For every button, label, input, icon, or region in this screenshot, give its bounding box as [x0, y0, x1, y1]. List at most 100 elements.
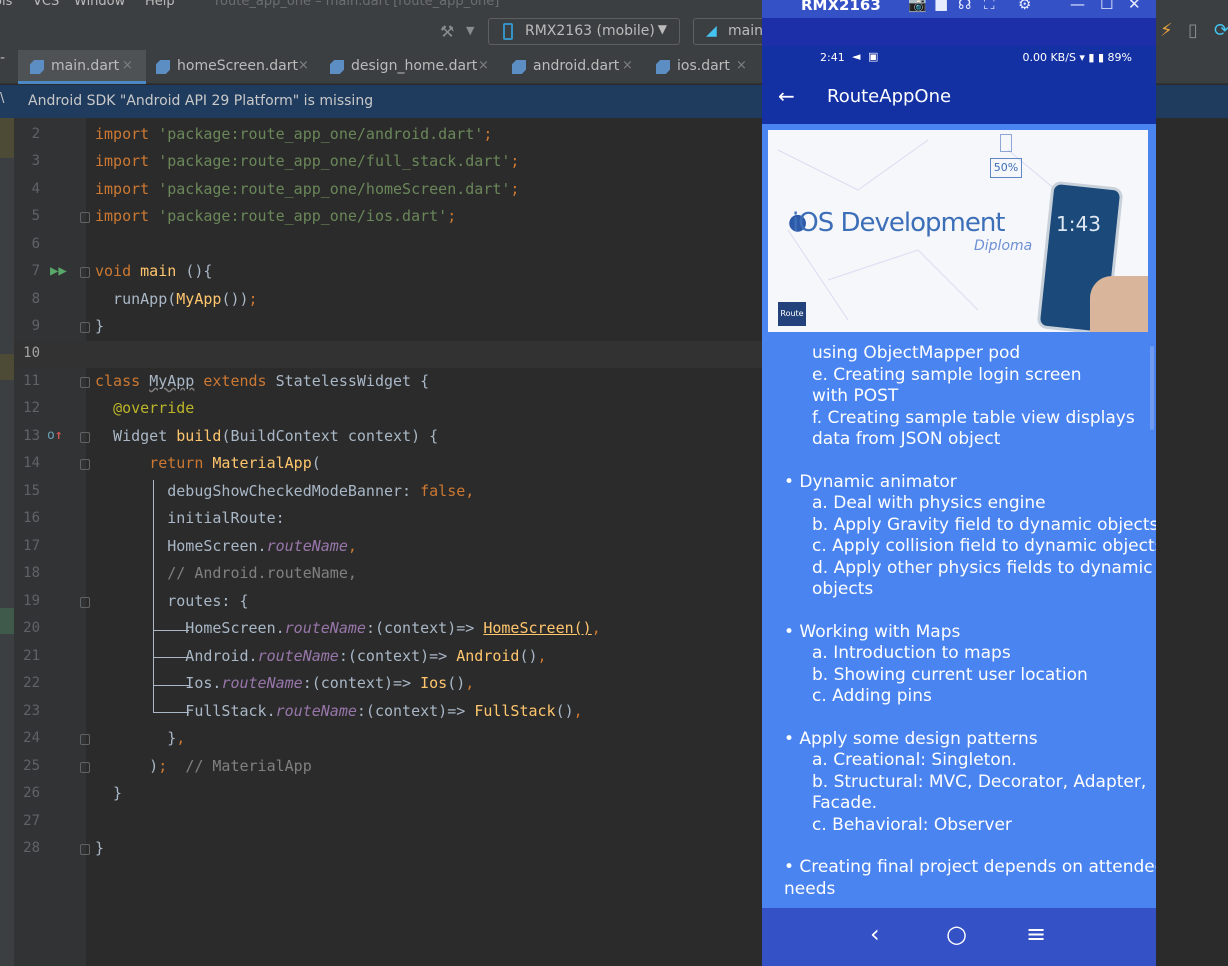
outline-line: d. Apply other physics fields to dynamic [812, 558, 1153, 578]
banner-message: Android SDK "Android API 29 Platform" is… [28, 93, 374, 109]
dart-file-icon [656, 60, 670, 74]
line-number: 21 [23, 648, 40, 664]
fold-marker-icon[interactable] [80, 322, 90, 333]
tab-ios-dart[interactable]: ios.dart × [656, 50, 756, 84]
menu-item-help[interactable]: Help [145, 0, 175, 9]
sync-icon[interactable]: ⟳ [1214, 20, 1228, 41]
close-icon[interactable]: ✕ [1128, 0, 1141, 13]
phone-status-bar: 2:41 ◄ ▣ 0.00 KB/S ▾ ▮ ▮ 89% [762, 46, 1156, 72]
maximize-icon[interactable]: ☐ [1100, 0, 1113, 13]
tab-scroll-left[interactable]: - [0, 50, 14, 84]
code-line[interactable]: 15 debugShowCheckedModeBanner: false, [0, 479, 762, 506]
headset-icon[interactable]: ☊ [958, 0, 971, 13]
code-text: HomeScreen.routeName:(context)=> HomeScr… [95, 619, 601, 637]
code-line[interactable]: 17 HomeScreen.routeName, [0, 534, 762, 561]
chevron-down-icon: ▼ [657, 22, 667, 36]
menu-item-vcs[interactable]: VCS [33, 0, 59, 9]
code-line[interactable]: 18 // Android.routeName, [0, 561, 762, 588]
code-line[interactable]: 2 import 'package:route_app_one/android.… [0, 122, 762, 149]
menu-item-window[interactable]: Window [74, 0, 125, 9]
tab-label: design_home.dart [351, 58, 478, 74]
fold-marker-icon[interactable] [80, 844, 90, 855]
emulator-title-bar: RMX2163 📷 ■ ☊ ⛶ ⚙ — ☐ ✕ [762, 0, 1156, 18]
code-line[interactable]: 20 HomeScreen.routeName:(context)=> Home… [0, 616, 762, 643]
code-line[interactable]: 11 class MyApp extends StatelessWidget { [0, 369, 762, 396]
menu-item-tools[interactable]: ols [0, 0, 12, 9]
code-line[interactable]: 25 ); // MaterialApp [0, 754, 762, 781]
back-arrow-icon[interactable]: ← [778, 84, 795, 108]
code-line[interactable]: 16 initialRoute: [0, 506, 762, 533]
tab-homescreen-dart[interactable]: homeScreen.dart × [156, 50, 316, 84]
override-icon[interactable]: o↑ [47, 428, 63, 443]
tab-main-dart[interactable]: main.dart × [18, 50, 146, 84]
code-line[interactable]: 28 } [0, 836, 762, 863]
code-line[interactable]: 7 ▶▶ void main (){ [0, 259, 762, 286]
outline-line: c. Apply collision field to dynamic obje… [812, 536, 1156, 556]
outline-line: objects [812, 579, 874, 599]
video-icon[interactable]: ■ [934, 0, 948, 13]
code-line[interactable]: 27 [0, 809, 762, 836]
close-icon[interactable]: × [622, 58, 633, 73]
device-file-icon[interactable]: ▯ [1188, 20, 1198, 41]
fold-marker-icon[interactable] [80, 212, 90, 223]
close-icon[interactable]: × [736, 58, 747, 73]
scrollbar[interactable] [1150, 346, 1154, 430]
outline-line: a. Deal with physics engine [812, 493, 1046, 513]
fold-marker-icon[interactable] [80, 377, 90, 388]
chevron-down-icon[interactable]: ▼ [466, 24, 474, 37]
code-line[interactable]: 23 FullStack.routeName:(context)=> FullS… [0, 699, 762, 726]
code-text: debugShowCheckedModeBanner: false, [95, 482, 475, 500]
fold-marker-icon[interactable] [80, 734, 90, 745]
gear-icon[interactable]: ⚙ [1018, 0, 1031, 13]
code-line[interactable]: 22 Ios.routeName:(context)=> Ios(), [0, 671, 762, 698]
window-title: route_app_one – main.dart [route_app_one… [215, 0, 500, 9]
fold-marker-icon[interactable] [80, 432, 90, 443]
hammer-icon[interactable]: ⚒ [440, 22, 454, 41]
code-line[interactable]: 24 }, [0, 726, 762, 753]
fold-marker-icon[interactable] [80, 762, 90, 773]
code-line[interactable]: 19 routes: { [0, 589, 762, 616]
code-line[interactable]: 5 import 'package:route_app_one/ios.dart… [0, 204, 762, 231]
close-icon[interactable]: × [298, 58, 309, 73]
code-line[interactable]: 4 import 'package:route_app_one/homeScre… [0, 177, 762, 204]
fold-marker-icon[interactable] [80, 597, 90, 608]
run-icon[interactable]: ▶▶ [50, 263, 67, 279]
code-line[interactable]: 26 } [0, 781, 762, 808]
code-text: import 'package:route_app_one/android.da… [95, 125, 493, 143]
outline-line: a. Creational: Singleton. [812, 750, 1017, 770]
close-icon[interactable]: × [122, 58, 133, 73]
lightning-icon[interactable]: ⚡ [1160, 20, 1173, 41]
tab-android-dart[interactable]: android.dart × [512, 50, 640, 84]
nav-back-icon[interactable]: ‹ [870, 920, 880, 948]
run-config-selector[interactable]: ◢ main [693, 18, 773, 45]
fold-marker-icon[interactable] [80, 267, 90, 278]
discount-badge: 50% [990, 158, 1022, 178]
camera-icon[interactable]: 📷 [908, 0, 927, 13]
code-line[interactable]: 9 } [0, 314, 762, 341]
close-icon[interactable]: × [478, 58, 489, 73]
nav-menu-icon[interactable]: ≡ [1026, 920, 1046, 948]
fold-marker-icon[interactable] [80, 459, 90, 470]
line-number: 2 [31, 126, 40, 142]
code-line[interactable]: 8 runApp(MyApp()); [0, 287, 762, 314]
phone-nav-bar: ‹ ○ ≡ [762, 908, 1156, 966]
fullscreen-icon[interactable]: ⛶ [984, 0, 995, 13]
code-line[interactable]: 21 Android.routeName:(context)=> Android… [0, 644, 762, 671]
flutter-icon: ◢ [706, 23, 717, 39]
code-line[interactable]: 10 [0, 341, 762, 368]
youtube-icon: ▣ [868, 50, 879, 63]
app-content[interactable]: 50% ● iOS Development Diploma 1:43 Route… [762, 124, 1156, 908]
minimize-icon[interactable]: — [1070, 0, 1085, 13]
nav-home-icon[interactable]: ○ [946, 920, 967, 948]
line-number: 27 [23, 813, 40, 829]
code-line[interactable]: 6 [0, 232, 762, 259]
line-number: 24 [23, 730, 40, 746]
code-line[interactable]: 14 return MaterialApp( [0, 451, 762, 478]
code-line[interactable]: 13 o↑ Widget build(BuildContext context)… [0, 424, 762, 451]
code-line[interactable]: 12 @override [0, 396, 762, 423]
emulator-window: RMX2163 📷 ■ ☊ ⛶ ⚙ — ☐ ✕ 2:41 ◄ ▣ 0.00 KB… [762, 0, 1156, 966]
tab-design-home-dart[interactable]: design_home.dart × [330, 50, 495, 84]
device-selector[interactable]: RMX2163 (mobile) ▼ [488, 18, 680, 45]
code-line[interactable]: 3 import 'package:route_app_one/full_sta… [0, 149, 762, 176]
route-logo: Route [778, 302, 806, 326]
